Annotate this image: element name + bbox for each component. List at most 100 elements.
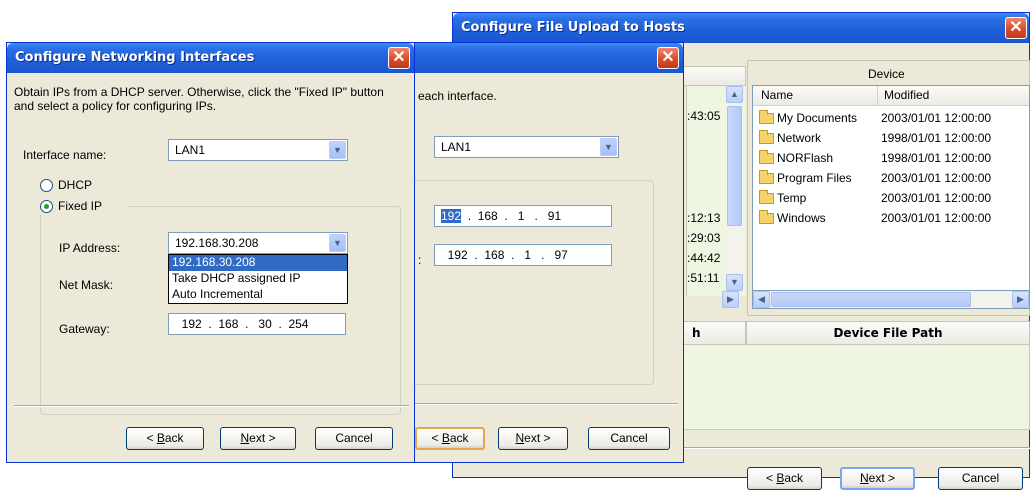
interface-window-2-close-icon[interactable]: ✕ bbox=[657, 47, 679, 69]
gateway-octet-b[interactable]: 168 bbox=[484, 248, 504, 262]
list-item[interactable]: Network 1998/01/01 12:00:00 bbox=[757, 128, 1027, 148]
fixed-ip-radio[interactable] bbox=[40, 200, 53, 213]
interface-select[interactable]: LAN1 ▼ bbox=[168, 139, 348, 161]
folder-icon bbox=[759, 210, 774, 224]
upload-window-title: Configure File Upload to Hosts bbox=[461, 20, 685, 35]
file-name: Temp bbox=[777, 191, 807, 205]
scroll-left-icon[interactable]: ◀ bbox=[753, 291, 770, 308]
cancel-button[interactable]: Cancel bbox=[588, 427, 670, 450]
chevron-down-icon[interactable]: ▼ bbox=[329, 234, 346, 252]
upload-window-close-icon[interactable]: ✕ bbox=[1005, 17, 1027, 39]
button-separator bbox=[676, 447, 1030, 449]
device-list-hscrollbar[interactable]: ◀ ▶ bbox=[752, 291, 1030, 309]
device-path-label: Device File Path bbox=[833, 326, 943, 340]
list-item[interactable]: Windows 2003/01/01 12:00:00 bbox=[757, 208, 1027, 228]
gateway-label-fragment: : bbox=[418, 253, 422, 267]
gateway-octet-c[interactable]: 1 bbox=[524, 248, 531, 262]
gateway-label: Gateway: bbox=[59, 322, 110, 336]
chevron-down-icon[interactable]: ▼ bbox=[600, 138, 617, 156]
networking-window: Configure Networking Interfaces ✕ Obtain… bbox=[6, 42, 415, 463]
fixed-ip-label[interactable]: Fixed IP bbox=[58, 199, 102, 213]
file-name: NORFlash bbox=[777, 151, 834, 165]
scroll-thumb[interactable] bbox=[727, 106, 742, 226]
file-modified: 2003/01/01 12:00:00 bbox=[881, 211, 992, 225]
cancel-button[interactable]: Cancel bbox=[938, 467, 1023, 490]
gateway-field[interactable]: 192 . 168 . 30 . 254 bbox=[168, 313, 346, 335]
dropdown-option[interactable]: Take DHCP assigned IP bbox=[169, 271, 347, 287]
scroll-right-icon[interactable]: ▶ bbox=[1012, 291, 1029, 308]
dhcp-label[interactable]: DHCP bbox=[58, 178, 92, 192]
host-list-vscrollbar[interactable]: ▲ ▼ bbox=[726, 86, 743, 291]
button-separator bbox=[398, 403, 678, 405]
host-time: :51:11 bbox=[687, 271, 720, 285]
interface-window-2-titlebar[interactable]: ✕ bbox=[398, 43, 683, 73]
column-name[interactable]: Name bbox=[761, 86, 793, 105]
back-button[interactable]: < Back bbox=[126, 427, 204, 450]
gateway-field[interactable]: 192 . 168 . 1 . 97 bbox=[434, 244, 612, 266]
networking-window-close-icon[interactable]: ✕ bbox=[388, 47, 410, 69]
dhcp-radio[interactable] bbox=[40, 179, 53, 192]
networking-window-title: Configure Networking Interfaces bbox=[15, 50, 255, 65]
ip-address-label: IP Address: bbox=[59, 241, 121, 255]
dropdown-option[interactable]: Auto Incremental bbox=[169, 287, 347, 303]
chevron-down-icon[interactable]: ▼ bbox=[329, 141, 346, 159]
button-separator bbox=[14, 405, 409, 407]
file-name: Windows bbox=[777, 211, 826, 225]
folder-icon bbox=[759, 170, 774, 184]
list-item[interactable]: Program Files 2003/01/01 12:00:00 bbox=[757, 168, 1027, 188]
column-modified[interactable]: Modified bbox=[877, 86, 929, 105]
file-modified: 1998/01/01 12:00:00 bbox=[881, 131, 992, 145]
gateway-octet-b[interactable]: 168 bbox=[218, 317, 238, 331]
scroll-right-icon[interactable]: ▶ bbox=[722, 291, 739, 308]
ip-address-field[interactable]: 192 . 168 . 1 . 91 bbox=[434, 205, 612, 227]
list-item[interactable]: Temp 2003/01/01 12:00:00 bbox=[757, 188, 1027, 208]
cancel-button[interactable]: Cancel bbox=[315, 427, 393, 450]
interface-window-2-body: each interface. LAN1 ▼ 192 . 168 . 1 . 9… bbox=[398, 73, 680, 459]
gateway-octet-d[interactable]: 254 bbox=[288, 317, 308, 331]
dropdown-option[interactable]: 192.168.30.208 bbox=[169, 255, 347, 271]
file-name: Program Files bbox=[777, 171, 852, 185]
folder-icon bbox=[759, 190, 774, 204]
file-modified: 2003/01/01 12:00:00 bbox=[881, 191, 992, 205]
device-path-header: Device File Path bbox=[746, 321, 1030, 345]
interface-name-label: Interface name: bbox=[23, 148, 107, 162]
ip-octet-a[interactable]: 192 bbox=[441, 209, 462, 223]
back-button[interactable]: < Back bbox=[415, 427, 485, 450]
instructions-text: Obtain IPs from a DHCP server. Otherwise… bbox=[14, 85, 384, 113]
upload-window-titlebar[interactable]: Configure File Upload to Hosts ✕ bbox=[453, 13, 1029, 43]
folder-icon bbox=[759, 150, 774, 164]
next-button[interactable]: Next > bbox=[220, 427, 296, 450]
host-panel-header bbox=[676, 66, 746, 86]
gateway-octet-a[interactable]: 192 bbox=[448, 248, 468, 262]
instruction-fragment: each interface. bbox=[418, 89, 497, 103]
device-file-list[interactable]: Name Modified My Documents 2003/01/01 12:… bbox=[752, 85, 1030, 291]
list-item[interactable]: NORFlash 1998/01/01 12:00:00 bbox=[757, 148, 1027, 168]
scroll-down-icon[interactable]: ▼ bbox=[726, 274, 743, 291]
file-modified: 2003/01/01 12:00:00 bbox=[881, 171, 992, 185]
gateway-octet-c[interactable]: 30 bbox=[258, 317, 271, 331]
scroll-thumb[interactable] bbox=[771, 292, 971, 307]
interface-select[interactable]: LAN1 ▼ bbox=[434, 136, 619, 158]
next-button[interactable]: Next > bbox=[498, 427, 568, 450]
ip-address-select[interactable]: 192.168.30.208 ▼ bbox=[168, 232, 348, 254]
ip-octet-d[interactable]: 91 bbox=[548, 209, 561, 223]
file-modified: 1998/01/01 12:00:00 bbox=[881, 151, 992, 165]
networking-window-titlebar[interactable]: Configure Networking Interfaces ✕ bbox=[7, 43, 414, 73]
scroll-up-icon[interactable]: ▲ bbox=[726, 86, 743, 103]
ip-policy-dropdown: 192.168.30.208 Take DHCP assigned IP Aut… bbox=[168, 254, 348, 304]
gateway-octet-a[interactable]: 192 bbox=[182, 317, 202, 331]
ip-octet-b[interactable]: 168 bbox=[478, 209, 498, 223]
list-item[interactable]: My Documents 2003/01/01 12:00:00 bbox=[757, 108, 1027, 128]
file-name: Network bbox=[777, 131, 822, 145]
networking-window-body: Obtain IPs from a DHCP server. Otherwise… bbox=[10, 73, 411, 459]
file-name: My Documents bbox=[777, 111, 858, 125]
path-mapping-list[interactable] bbox=[676, 345, 1030, 430]
gateway-octet-d[interactable]: 97 bbox=[554, 248, 567, 262]
interface-window-2: ✕ each interface. LAN1 ▼ 192 . 168 . 1 .… bbox=[398, 42, 684, 463]
ip-octet-c[interactable]: 1 bbox=[518, 209, 525, 223]
next-button[interactable]: Next > bbox=[840, 467, 915, 490]
file-modified: 2003/01/01 12:00:00 bbox=[881, 111, 992, 125]
net-mask-label: Net Mask: bbox=[59, 278, 114, 292]
host-time: :29:03 bbox=[687, 231, 721, 245]
back-button[interactable]: < Back bbox=[747, 467, 822, 490]
